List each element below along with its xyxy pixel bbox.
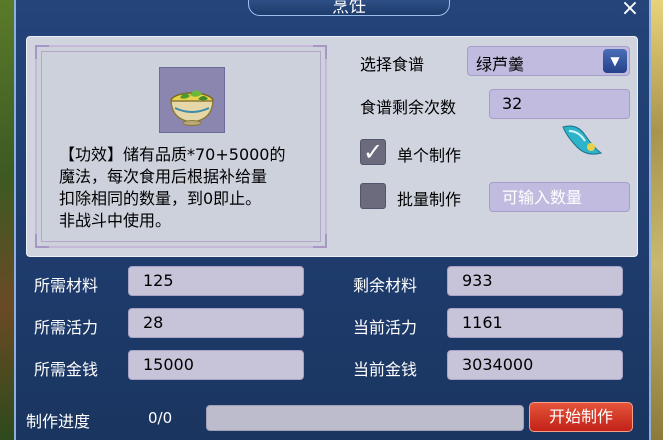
required-money-value: 15000: [143, 355, 194, 374]
remaining-material-field: 933: [447, 266, 623, 296]
soup-bowl-icon: [159, 67, 225, 133]
description-line: 扣除相同的数量，到0即止。: [59, 189, 262, 208]
recipe-panel: 【功效】储有品质*70+5000的 魔法，每次食用后根据补给量 扣除相同的数量，…: [26, 36, 638, 257]
required-money-field: 15000: [128, 350, 304, 380]
item-description-box: 【功效】储有品质*70+5000的 魔法，每次食用后根据补给量 扣除相同的数量，…: [35, 45, 327, 248]
progress-label: 制作进度: [26, 412, 91, 431]
cooking-window: 烹饪 × 【功效】储有品质*70+5000的 魔法，每次食用后根据补给量 扣除相…: [14, 0, 651, 440]
recipe-select-label: 选择食谱: [360, 55, 425, 74]
required-material-value: 125: [143, 271, 174, 290]
recipe-selected-value: 绿芦羹: [476, 55, 525, 74]
recipe-remaining-field: 32: [489, 89, 630, 119]
description-line: 非战斗中使用。: [59, 211, 172, 230]
required-energy-value: 28: [143, 313, 164, 332]
game-background-right: [651, 0, 663, 440]
batch-craft-label: 批量制作: [397, 190, 462, 209]
recipe-remaining-label: 食谱剩余次数: [360, 98, 457, 117]
required-material-field: 125: [128, 266, 304, 296]
recipe-select[interactable]: 绿芦羹 ▼: [467, 46, 630, 76]
chevron-down-icon[interactable]: ▼: [603, 49, 627, 73]
window-title: 烹饪: [248, 0, 450, 17]
gem-icon: [562, 125, 603, 155]
current-money-field: 3034000: [447, 350, 623, 380]
item-description: 【功效】储有品质*70+5000的 魔法，每次食用后根据补给量 扣除相同的数量，…: [59, 144, 321, 232]
close-icon[interactable]: ×: [619, 0, 641, 20]
game-background-left: [0, 0, 14, 440]
current-money-label: 当前金钱: [353, 360, 418, 379]
batch-quantity-input[interactable]: [489, 182, 630, 212]
current-energy-value: 1161: [462, 313, 503, 332]
required-material-label: 所需材料: [34, 276, 99, 295]
remaining-material-value: 933: [462, 271, 493, 290]
checkmark-icon: ✓: [363, 138, 384, 166]
remaining-material-label: 剩余材料: [353, 276, 418, 295]
current-energy-label: 当前活力: [353, 318, 418, 337]
recipe-remaining-value: 32: [502, 94, 523, 113]
current-money-value: 3034000: [462, 355, 534, 374]
single-craft-checkbox[interactable]: ✓: [360, 138, 386, 166]
description-line: 魔法，每次食用后根据补给量: [59, 167, 268, 186]
start-crafting-button[interactable]: 开始制作: [529, 402, 633, 432]
current-energy-field: 1161: [447, 308, 623, 338]
progress-count: 0/0: [148, 409, 173, 427]
description-line: 【功效】储有品质*70+5000的: [59, 145, 286, 164]
batch-craft-checkbox[interactable]: [360, 183, 386, 209]
required-energy-field: 28: [128, 308, 304, 338]
required-money-label: 所需金钱: [34, 360, 99, 379]
required-energy-label: 所需活力: [34, 318, 99, 337]
single-craft-label: 单个制作: [397, 146, 462, 165]
progress-bar: [206, 405, 524, 431]
